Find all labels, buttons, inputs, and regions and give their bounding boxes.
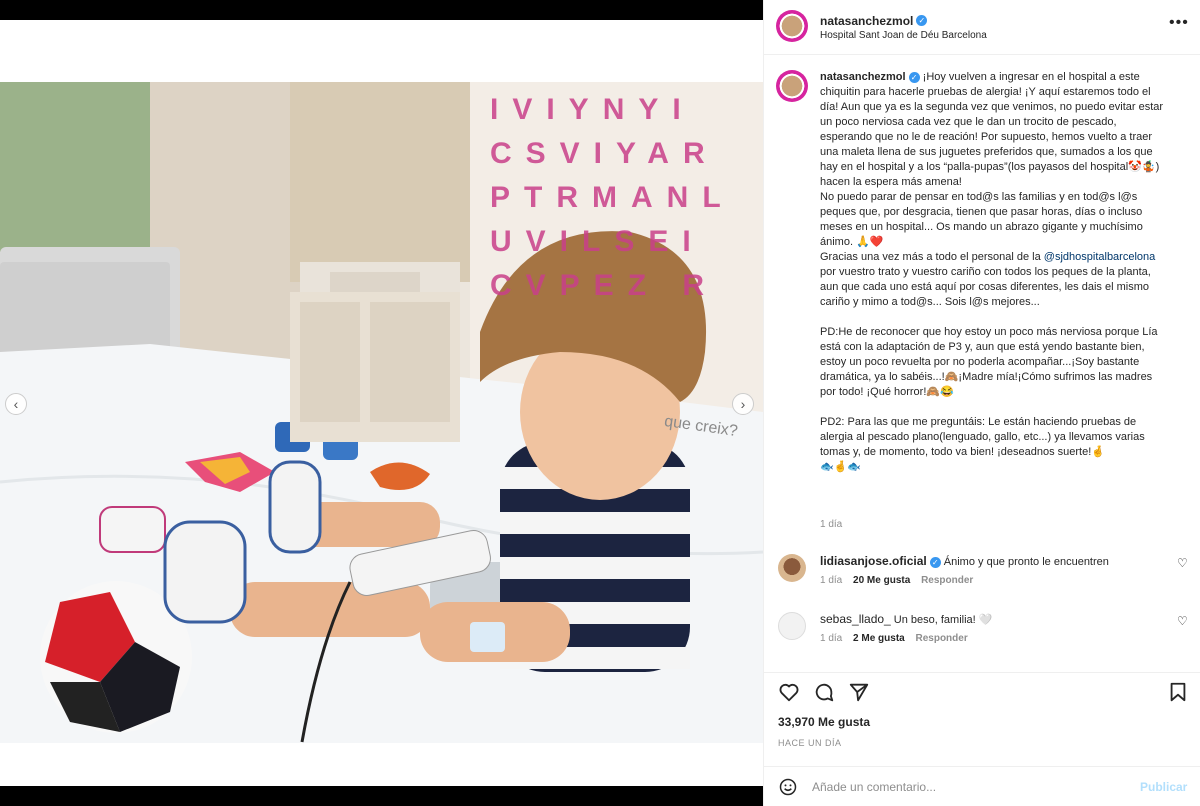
add-comment-bar: Publicar	[764, 766, 1200, 806]
publish-button[interactable]: Publicar	[1140, 780, 1187, 794]
post-caption: natasanchezmol ✓ ¡Hoy vuelven a ingresar …	[820, 70, 1170, 475]
comment-item: lidiasanjose.oficial ✓ Ánimo y que pronto…	[764, 554, 1200, 610]
banner-letters: IVIYNYI CSVIYAR PTRMANL UVILSEI CVPEZ R	[490, 93, 735, 302]
author-username[interactable]: natasanchezmol	[820, 14, 913, 28]
likes-count[interactable]: 33,970 Me gusta	[778, 715, 870, 729]
chevron-left-icon: ‹	[13, 396, 19, 412]
bookmark-icon[interactable]	[1167, 681, 1189, 703]
media-pane: IVIYNYI CSVIYAR PTRMANL UVILSEI CVPEZ R …	[0, 20, 763, 786]
comment-icon[interactable]	[813, 681, 835, 703]
previous-photo-button[interactable]: ‹	[5, 393, 27, 415]
comment-text-row: lidiasanjose.oficial ✓ Ánimo y que pronto…	[820, 554, 1150, 570]
caption-and-comments: natasanchezmol ✓ ¡Hoy vuelven a ingresar …	[764, 56, 1200, 546]
caption-mention-link[interactable]: @sjdhospitalbarcelona	[1044, 251, 1155, 263]
comment-time: 1 día	[820, 633, 843, 644]
emoji-icon[interactable]	[778, 777, 798, 797]
comment-text: Un beso, familia! 🤍	[893, 614, 993, 626]
caption-text-part2: por vuestro trato y vuestro cariño con t…	[820, 266, 1158, 473]
chevron-right-icon: ›	[740, 396, 746, 412]
comment-time: 1 día	[820, 575, 843, 586]
comment-like-heart-icon[interactable]: ♡	[1177, 614, 1188, 628]
verified-badge-icon: ✓	[916, 15, 928, 27]
caption-text-part1: ¡Hoy vuelven a ingresar en el hospital a…	[820, 71, 1164, 263]
comment-text-row: sebas_llado_ Un beso, familia! 🤍	[820, 612, 1150, 628]
comment-item: sebas_llado_ Un beso, familia! 🤍 1 día 2…	[764, 612, 1200, 668]
commenter-verified-badge-icon: ✓	[929, 556, 941, 568]
heart-icon[interactable]	[778, 681, 800, 703]
next-photo-button[interactable]: ›	[732, 393, 754, 415]
comment-reply-button[interactable]: Responder	[921, 575, 973, 586]
post-header: natasanchezmol ✓ Hospital Sant Joan de Dé…	[764, 0, 1200, 55]
comment-likes[interactable]: 20 Me gusta	[853, 575, 910, 586]
post-location[interactable]: Hospital Sant Joan de Déu Barcelona	[820, 30, 987, 41]
commenter-username[interactable]: lidiasanjose.oficial	[820, 554, 927, 568]
bottom-black-bar	[0, 786, 763, 806]
post-photo: IVIYNYI CSVIYAR PTRMANL UVILSEI CVPEZ R …	[0, 82, 763, 743]
author-avatar[interactable]	[776, 10, 808, 42]
add-comment-input[interactable]	[812, 777, 1112, 797]
comment-likes[interactable]: 2 Me gusta	[853, 633, 905, 644]
comment-meta: 1 día 20 Me gusta Responder	[820, 575, 973, 586]
commenter-avatar[interactable]	[778, 554, 806, 582]
commenter-username[interactable]: sebas_llado_	[820, 612, 891, 626]
comment-like-heart-icon[interactable]: ♡	[1177, 556, 1188, 570]
comment-text: Ánimo y que pronto le encuentren	[943, 556, 1109, 568]
commenter-avatar[interactable]	[778, 612, 806, 640]
post-actions-bar	[764, 672, 1200, 712]
post-timestamp: HACE UN DÍA	[778, 738, 842, 748]
top-black-bar	[0, 0, 763, 20]
caption-username[interactable]: natasanchezmol	[820, 71, 906, 83]
comment-meta: 1 día 2 Me gusta Responder	[820, 633, 968, 644]
caption-author-avatar[interactable]	[776, 70, 808, 102]
author-name-row: natasanchezmol ✓	[820, 12, 928, 30]
post-side-panel: natasanchezmol ✓ Hospital Sant Joan de Dé…	[763, 0, 1200, 806]
comment-reply-button[interactable]: Responder	[916, 633, 968, 644]
share-icon[interactable]	[848, 681, 870, 703]
caption-time: 1 día	[820, 519, 843, 530]
more-options-icon[interactable]: •••	[1169, 14, 1189, 32]
caption-verified-badge-icon: ✓	[908, 71, 920, 83]
